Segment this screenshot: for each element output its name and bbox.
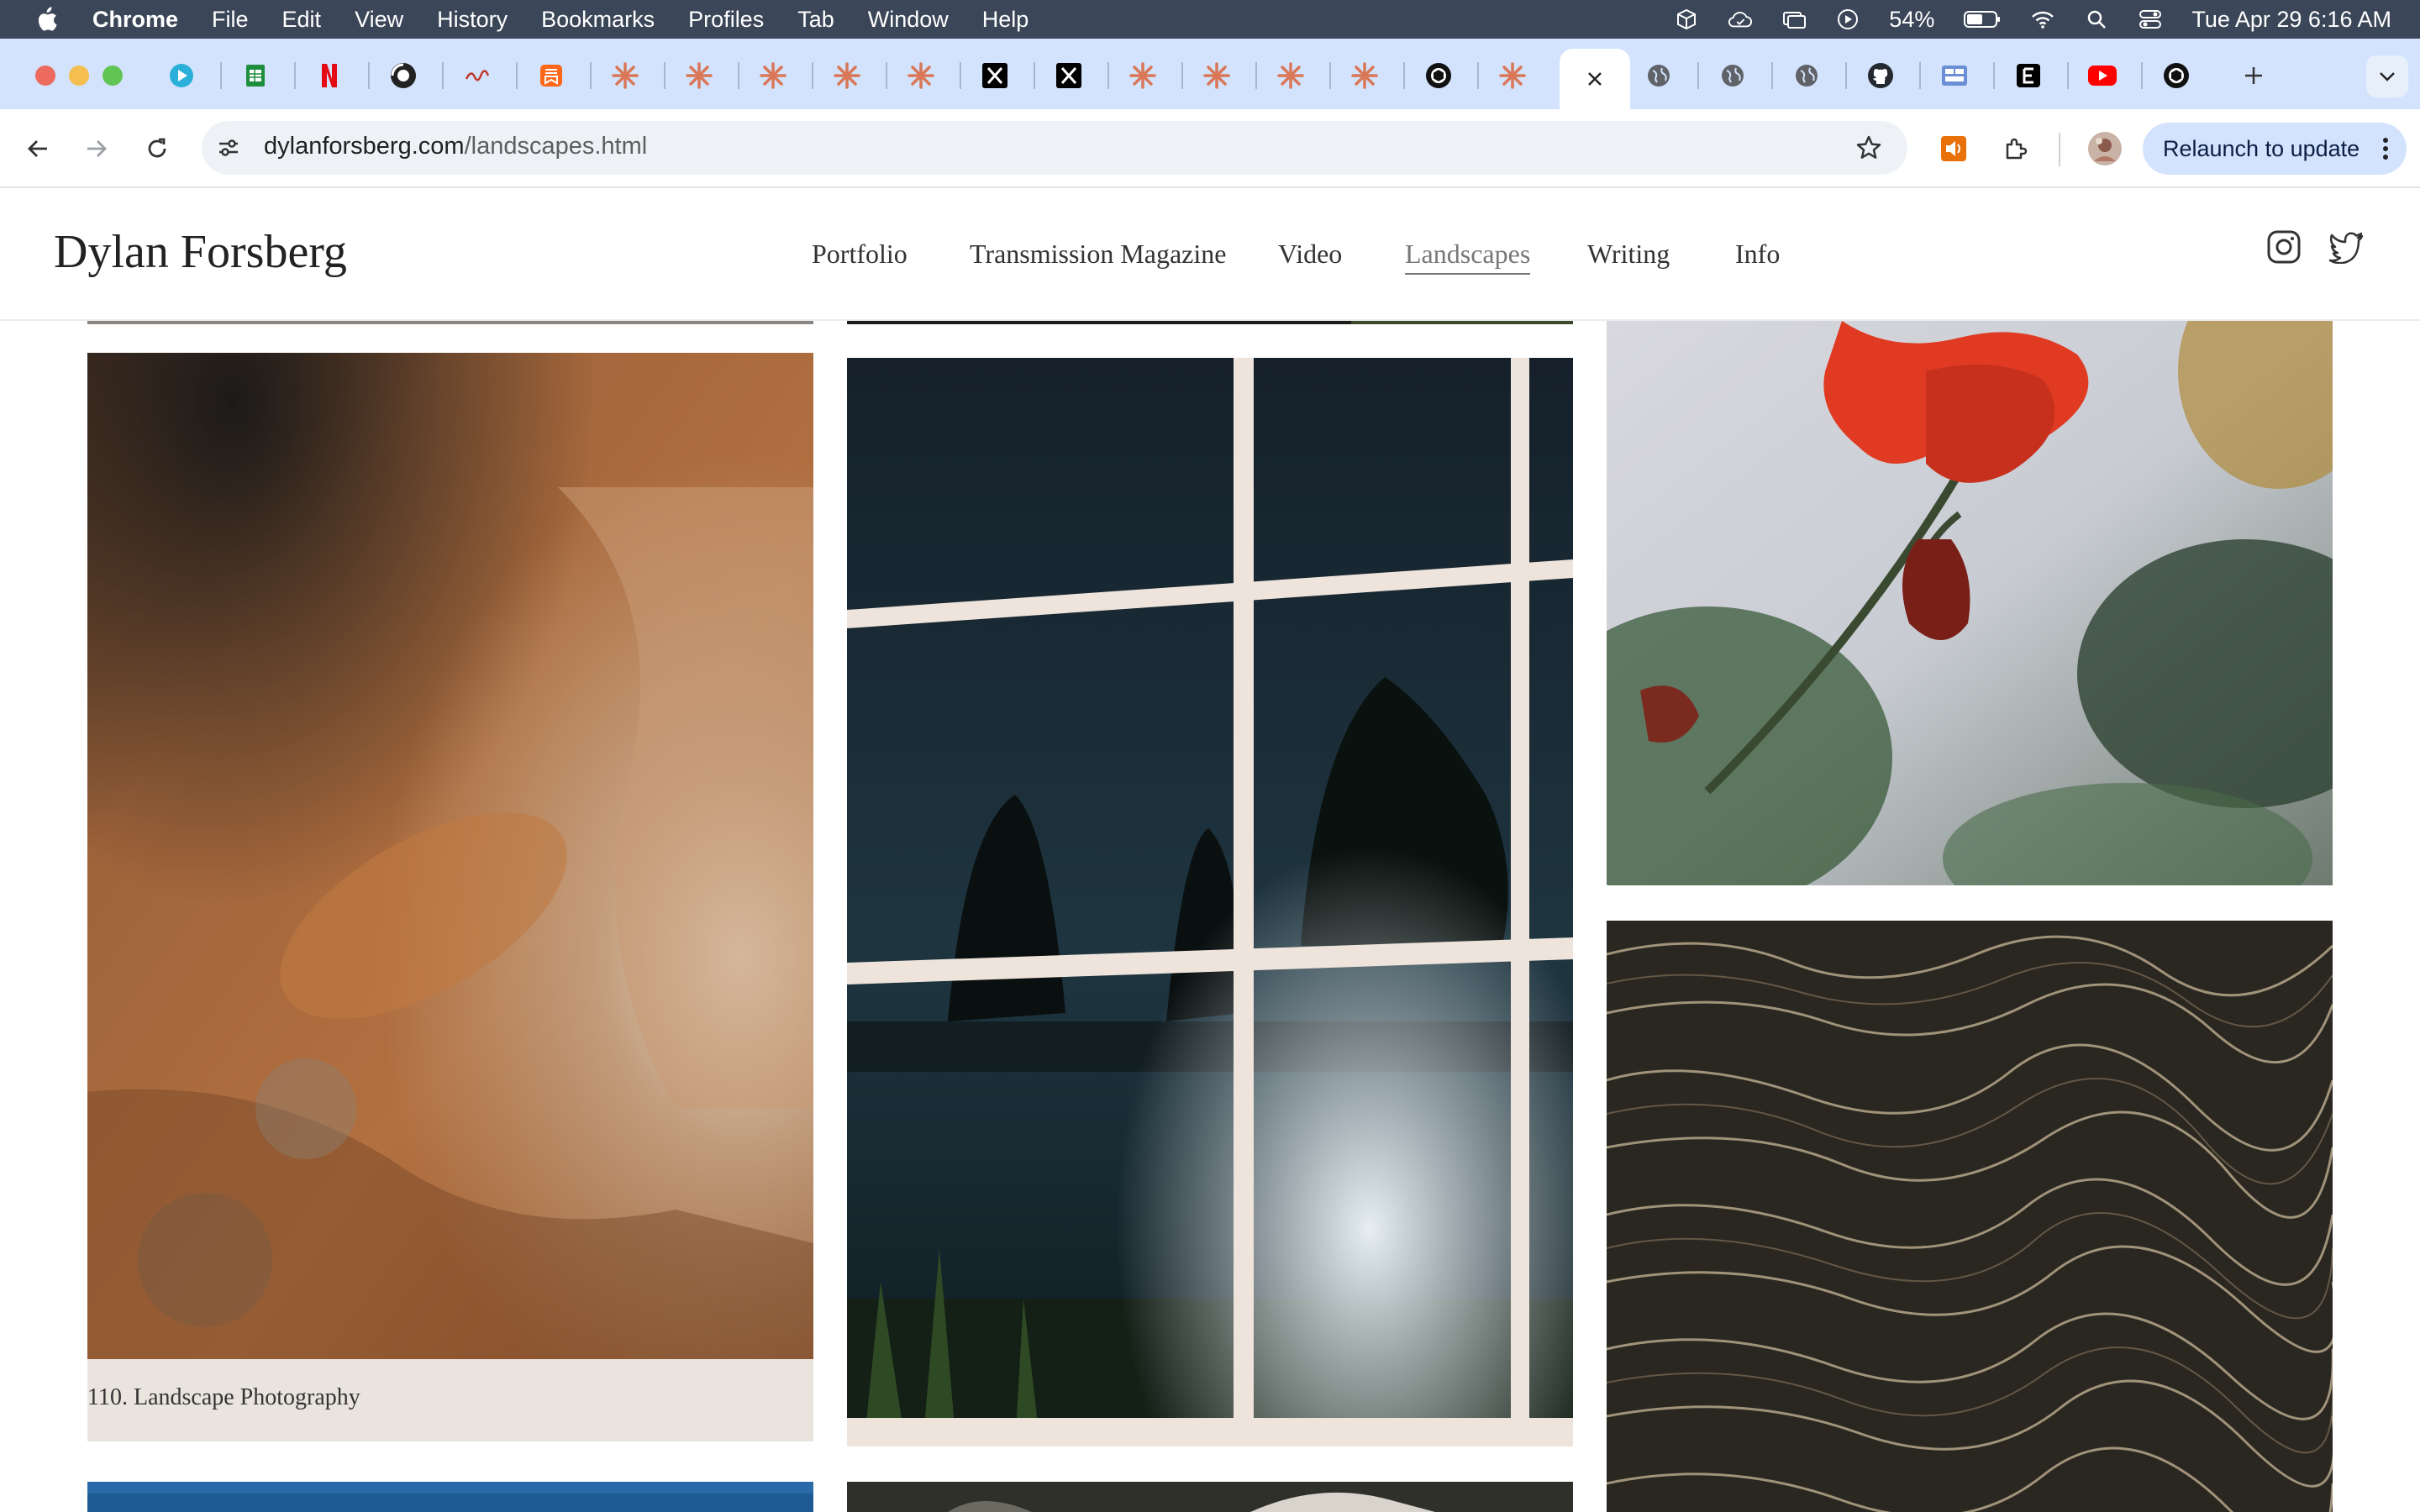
menu-help[interactable]: Help	[982, 7, 1029, 33]
twitter-icon[interactable]	[2328, 228, 2365, 265]
close-window-button[interactable]	[35, 66, 55, 86]
url-path: /landscapes.html	[464, 133, 648, 160]
zoom-window-button[interactable]	[103, 66, 123, 86]
photo-red-flower[interactable]	[1607, 321, 2333, 885]
photo-next-left[interactable]	[87, 1482, 813, 1512]
new-tab-button[interactable]	[2235, 57, 2272, 94]
tab-search-button[interactable]	[2366, 55, 2408, 97]
tab-asterisk-10[interactable]	[1496, 59, 1529, 92]
tab-dashboard[interactable]	[1938, 59, 1971, 92]
tab-asterisk-3[interactable]	[756, 59, 790, 92]
menu-history[interactable]: History	[437, 7, 508, 33]
bookmark-star-icon[interactable]	[1852, 131, 1886, 165]
url-text[interactable]: dylanforsberg.com/landscapes.html	[264, 133, 647, 160]
url-host: dylanforsberg.com	[264, 133, 465, 160]
photo-window-reflection[interactable]	[847, 358, 1573, 1446]
tab-wave-app[interactable]	[460, 59, 494, 92]
reload-button[interactable]	[136, 128, 178, 170]
more-menu-icon[interactable]	[2381, 134, 2390, 163]
tab-substack[interactable]	[534, 59, 568, 92]
tab-circle-app[interactable]	[387, 59, 420, 92]
instagram-icon[interactable]	[2265, 228, 2302, 265]
menu-tab[interactable]: Tab	[797, 7, 834, 33]
nav-writing[interactable]: Writing	[1587, 239, 1670, 270]
tab-play-app[interactable]	[165, 59, 198, 92]
toolbar-divider	[2059, 133, 2060, 166]
wifi-icon[interactable]	[2030, 7, 2055, 32]
active-tab[interactable]	[1560, 49, 1630, 109]
battery-icon[interactable]	[1963, 7, 2002, 32]
tab-globe-2[interactable]	[1716, 59, 1749, 92]
menu-file[interactable]: File	[212, 7, 249, 33]
relaunch-label: Relaunch to update	[2163, 135, 2360, 161]
back-button[interactable]	[17, 128, 59, 170]
nav-portfolio[interactable]: Portfolio	[812, 239, 908, 270]
cloud-sync-icon[interactable]	[1728, 7, 1753, 32]
battery-percent: 54%	[1889, 6, 1935, 32]
tab-youtube[interactable]	[2086, 59, 2119, 92]
tab-asterisk-4[interactable]	[830, 59, 864, 92]
tab-x-2[interactable]	[1052, 59, 1086, 92]
photo-caption: 110. Landscape Photography	[87, 1384, 360, 1410]
spotlight-search-icon[interactable]	[2084, 7, 2109, 32]
clock[interactable]: Tue Apr 29 6:16 AM	[2191, 7, 2391, 33]
minimize-window-button[interactable]	[69, 66, 89, 86]
app-menu-chrome[interactable]: Chrome	[92, 7, 178, 33]
nav-info[interactable]: Info	[1735, 239, 1780, 270]
macos-menu-bar: Chrome File Edit View History Bookmarks …	[0, 0, 2420, 39]
apple-icon[interactable]	[34, 7, 59, 32]
tab-asterisk-7[interactable]	[1200, 59, 1234, 92]
profile-avatar[interactable]	[2084, 128, 2126, 170]
nav-landscapes[interactable]: Landscapes	[1405, 239, 1531, 275]
photo-water-ripples[interactable]	[1607, 921, 2333, 1512]
forward-button[interactable]	[76, 128, 118, 170]
tab-github[interactable]	[1864, 59, 1897, 92]
menu-edit[interactable]: Edit	[282, 7, 322, 33]
extensions-puzzle-icon[interactable]	[1995, 128, 2037, 170]
menu-view[interactable]: View	[355, 7, 403, 33]
tab-asterisk-5[interactable]	[904, 59, 938, 92]
tab-openai-2[interactable]	[2160, 59, 2193, 92]
tab-globe-1[interactable]	[1642, 59, 1676, 92]
tab-globe-3[interactable]	[1790, 59, 1823, 92]
relaunch-to-update-button[interactable]: Relaunch to update	[2143, 123, 2407, 175]
tab-sheets[interactable]	[239, 59, 272, 92]
screen: Chrome File Edit View History Bookmarks …	[0, 0, 2420, 1512]
screen-mirroring-icon[interactable]	[1781, 7, 1807, 32]
close-tab-icon[interactable]	[1585, 69, 1605, 89]
photo-rust-earth[interactable]	[87, 353, 813, 1359]
menu-bar-status-area: 54% Tue Apr 29 6:16 AM	[1674, 0, 2391, 39]
photo-next-middle[interactable]	[847, 1482, 1573, 1512]
play-circle-icon[interactable]	[1835, 7, 1860, 32]
nav-transmission-magazine[interactable]: Transmission Magazine	[970, 239, 1226, 270]
tab-asterisk-2[interactable]	[682, 59, 716, 92]
tab-netflix[interactable]	[313, 59, 346, 92]
tab-x-1[interactable]	[978, 59, 1012, 92]
box-icon[interactable]	[1674, 7, 1699, 32]
audio-extension-icon[interactable]	[1933, 128, 1975, 170]
site-settings-icon[interactable]	[213, 133, 244, 163]
tab-e-app[interactable]	[2012, 59, 2045, 92]
tab-asterisk-8[interactable]	[1274, 59, 1307, 92]
menu-profiles[interactable]: Profiles	[688, 7, 764, 33]
menu-window[interactable]: Window	[868, 7, 949, 33]
nav-video[interactable]: Video	[1278, 239, 1342, 270]
site-nav: Portfolio Transmission Magazine Video La…	[0, 239, 2420, 275]
tab-asterisk-9[interactable]	[1348, 59, 1381, 92]
tab-asterisk-6[interactable]	[1126, 59, 1160, 92]
tab-asterisk-1[interactable]	[608, 59, 642, 92]
menu-bookmarks[interactable]: Bookmarks	[541, 7, 655, 33]
control-center-icon[interactable]	[2138, 7, 2163, 32]
tab-openai-1[interactable]	[1422, 59, 1455, 92]
